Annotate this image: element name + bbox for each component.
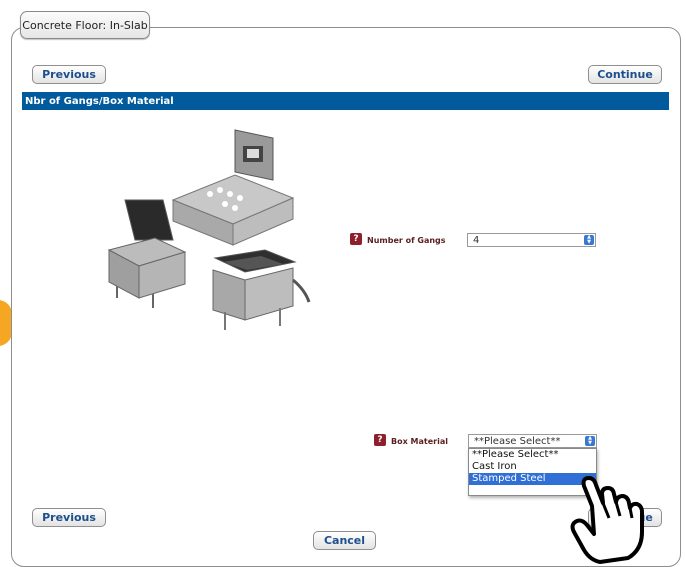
material-label: Box Material [391, 437, 448, 446]
floor-box-large [171, 129, 295, 246]
material-select-value: **Please Select** [474, 435, 561, 447]
gangs-select-value: 4 [473, 234, 480, 246]
window-title-tab: Concrete Floor: In-Slab [20, 11, 150, 39]
section-header: Nbr of Gangs/Box Material [22, 92, 669, 110]
floor-box-front [212, 249, 311, 330]
material-option[interactable]: **Please Select** [469, 449, 596, 461]
gangs-select[interactable]: 4 ▲ ▼ [467, 233, 596, 247]
floor-box-product-image [107, 129, 311, 330]
gangs-label: Number of Gangs [367, 236, 446, 245]
select-arrows-icon: ▲ ▼ [585, 436, 595, 446]
hand-cursor-icon [570, 476, 644, 564]
gangs-help-icon[interactable]: ? [350, 233, 362, 245]
continue-button-top[interactable]: Continue [588, 65, 662, 84]
material-select[interactable]: **Please Select** ▲ ▼ [468, 434, 597, 448]
select-arrows-icon: ▲ ▼ [584, 235, 594, 245]
material-help-icon[interactable]: ? [374, 434, 386, 446]
cancel-button[interactable]: Cancel [313, 531, 376, 550]
previous-button-bottom[interactable]: Previous [32, 508, 106, 527]
previous-button-top[interactable]: Previous [32, 65, 106, 84]
